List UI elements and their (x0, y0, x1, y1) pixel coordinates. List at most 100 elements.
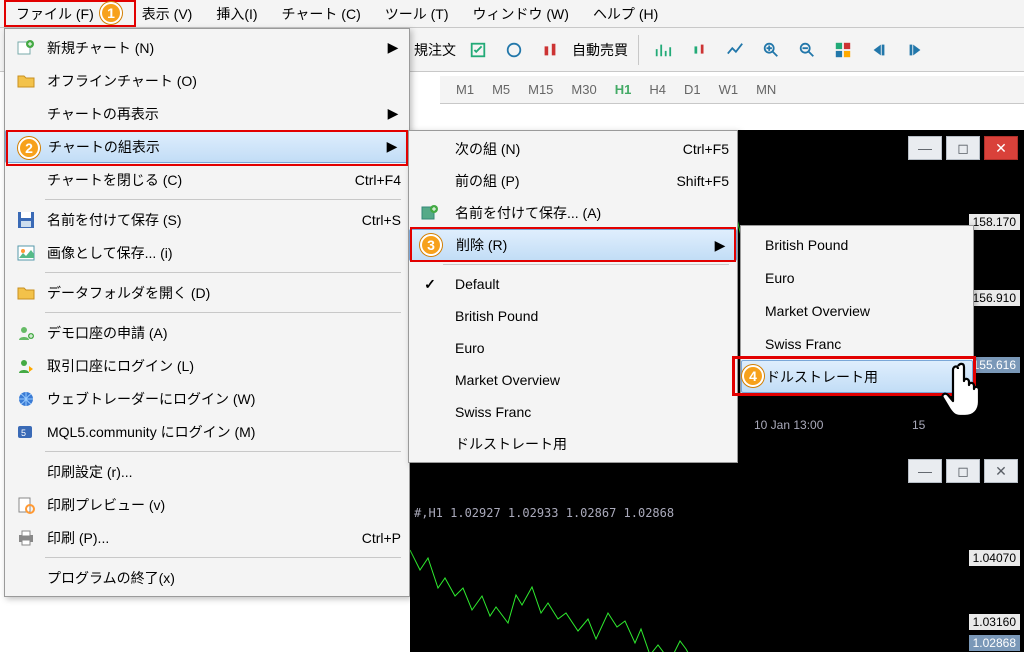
minimize-button-1[interactable]: — (908, 136, 942, 160)
menu-exit[interactable]: プログラムの終了(x) (5, 561, 409, 594)
tf-h1[interactable]: H1 (607, 80, 640, 99)
profiles-save-as-label: 名前を付けて保存... (A) (447, 203, 729, 223)
tf-mn[interactable]: MN (748, 80, 784, 99)
tf-m5[interactable]: M5 (484, 80, 518, 99)
toolbar-new-order-label[interactable]: 規注文 (410, 40, 460, 60)
delete-swiss-franc[interactable]: Swiss Franc (741, 327, 973, 360)
profiles-default-label: Default (447, 276, 729, 292)
delete-euro[interactable]: Euro (741, 261, 973, 294)
profiles-market-overview[interactable]: Market Overview (409, 364, 737, 396)
menu-print-setup[interactable]: 印刷設定 (r)... (5, 455, 409, 488)
menu-offline-chart[interactable]: オフラインチャート (O) (5, 64, 409, 97)
delete-market-overview-label: Market Overview (761, 303, 965, 319)
menu-demo-account[interactable]: デモ口座の申請 (A) (5, 316, 409, 349)
candle-chart-icon[interactable] (683, 34, 715, 66)
chart2-title: #,H1 1.02927 1.02933 1.02867 1.02868 (414, 506, 674, 520)
menu-open-data-folder[interactable]: データフォルダを開く (D) (5, 276, 409, 309)
toolbar-icon-c[interactable] (534, 34, 566, 66)
profiles-swiss-franc[interactable]: Swiss Franc (409, 396, 737, 428)
menu-chart[interactable]: チャート (C) (270, 1, 373, 27)
timeframe-bar: M1 M5 M15 M30 H1 H4 D1 W1 MN (440, 76, 1024, 104)
profiles-save-as[interactable]: 名前を付けて保存... (A) (409, 197, 737, 229)
delete-dollar-straight[interactable]: ドルストレート用 (741, 360, 973, 393)
printer-icon (17, 529, 35, 547)
profiles-prev[interactable]: 前の組 (P)Shift+F5 (409, 165, 737, 197)
delete-submenu: British Pound Euro Market Overview Swiss… (740, 225, 974, 396)
menu-redisplay[interactable]: チャートの再表示 ▶ (5, 97, 409, 130)
step-fwd-icon[interactable] (899, 34, 931, 66)
user-login-icon (17, 357, 35, 375)
profiles-delete[interactable]: 削除 (R)▶ (409, 229, 737, 261)
menu-print-preview[interactable]: 印刷プレビュー (v) (5, 488, 409, 521)
menu-login-trade-label: 取引口座にログイン (L) (43, 356, 401, 376)
menu-print-setup-label: 印刷設定 (r)... (43, 462, 401, 482)
profiles-swiss-franc-label: Swiss Franc (447, 404, 729, 420)
menu-demo-account-label: デモ口座の申請 (A) (43, 323, 401, 343)
menu-login-web[interactable]: ウェブトレーダーにログイン (W) (5, 382, 409, 415)
profiles-dollar-straight[interactable]: ドルストレート用 (409, 428, 737, 460)
tf-d1[interactable]: D1 (676, 80, 709, 99)
chart2-price-top: 1.04070 (969, 550, 1020, 566)
tf-h4[interactable]: H4 (641, 80, 674, 99)
menu-profiles[interactable]: チャートの組表示 ▶ (5, 130, 409, 163)
menu-view[interactable]: 表示 (V) (130, 1, 205, 27)
folder-icon (17, 72, 35, 90)
toolbar-auto-trade-label[interactable]: 自動売買 (568, 40, 632, 60)
delete-market-overview[interactable]: Market Overview (741, 294, 973, 327)
menu-insert[interactable]: 挿入(I) (204, 1, 269, 27)
shortcut-next: Ctrl+F5 (639, 141, 729, 157)
badge-4: 4 (742, 365, 764, 387)
badge-1: 1 (100, 2, 122, 24)
line-chart-icon[interactable] (719, 34, 751, 66)
menu-login-trade[interactable]: 取引口座にログイン (L) (5, 349, 409, 382)
grid-icon[interactable] (827, 34, 859, 66)
menu-file[interactable]: ファイル (F) (4, 1, 106, 27)
delete-euro-label: Euro (761, 270, 965, 286)
profiles-euro[interactable]: Euro (409, 332, 737, 364)
close-button-1[interactable]: ✕ (984, 136, 1018, 160)
menu-save-as[interactable]: 名前を付けて保存 (S) Ctrl+S (5, 203, 409, 236)
profiles-next[interactable]: 次の組 (N)Ctrl+F5 (409, 133, 737, 165)
shortcut-print: Ctrl+P (321, 530, 401, 546)
badge-3: 3 (420, 234, 442, 256)
menu-close-chart[interactable]: チャートを閉じる (C) Ctrl+F4 (5, 163, 409, 196)
tf-m1[interactable]: M1 (448, 80, 482, 99)
maximize-button-1[interactable]: ◻ (946, 136, 980, 160)
profiles-default[interactable]: ✓Default (409, 268, 737, 300)
svg-text:5: 5 (21, 428, 26, 438)
arrow-icon: ▶ (384, 138, 400, 155)
menu-login-mql5[interactable]: 5 MQL5.community にログイン (M) (5, 415, 409, 448)
minimize-button-2[interactable]: — (908, 459, 942, 483)
tf-m30[interactable]: M30 (563, 80, 604, 99)
menu-help[interactable]: ヘルプ (H) (581, 1, 670, 27)
profiles-british-pound-label: British Pound (447, 308, 729, 324)
menu-tools[interactable]: ツール (T) (373, 1, 461, 27)
profiles-market-overview-label: Market Overview (447, 372, 729, 388)
tf-m15[interactable]: M15 (520, 80, 561, 99)
chart2-price-cur: 1.02868 (969, 635, 1020, 651)
menu-new-chart[interactable]: 新規チャート (N) ▶ (5, 31, 409, 64)
bar-chart-icon[interactable] (647, 34, 679, 66)
delete-british-pound[interactable]: British Pound (741, 228, 973, 261)
zoom-in-icon[interactable] (755, 34, 787, 66)
preview-icon (17, 496, 35, 514)
toolbar-icon-b[interactable] (498, 34, 530, 66)
menu-save-image[interactable]: 画像として保存... (i) (5, 236, 409, 269)
menubar: ファイル (F) 表示 (V) 挿入(I) チャート (C) ツール (T) ウ… (0, 0, 1024, 28)
menu-window[interactable]: ウィンドウ (W) (461, 1, 581, 27)
menu-save-image-label: 画像として保存... (i) (43, 243, 401, 263)
arrow-icon: ▶ (385, 105, 401, 122)
arrow-icon: ▶ (712, 237, 728, 254)
menu-save-as-label: 名前を付けて保存 (S) (43, 210, 321, 230)
save-icon (17, 211, 35, 229)
step-back-icon[interactable] (863, 34, 895, 66)
profiles-british-pound[interactable]: British Pound (409, 300, 737, 332)
zoom-out-icon[interactable] (791, 34, 823, 66)
delete-dollar-straight-label: ドルストレート用 (762, 367, 964, 387)
tf-w1[interactable]: W1 (711, 80, 747, 99)
maximize-button-2[interactable]: ◻ (946, 459, 980, 483)
menu-print[interactable]: 印刷 (P)... Ctrl+P (5, 521, 409, 554)
close-button-2[interactable]: ✕ (984, 459, 1018, 483)
menu-redisplay-label: チャートの再表示 (43, 104, 385, 124)
toolbar-icon-a[interactable] (462, 34, 494, 66)
